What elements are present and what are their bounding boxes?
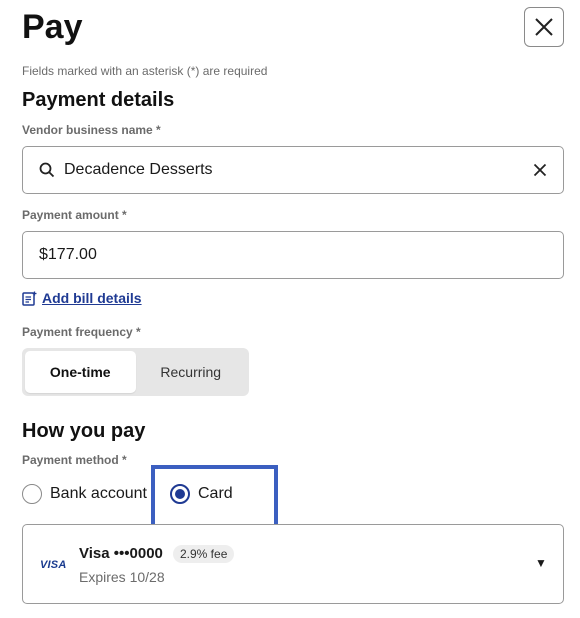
card-select[interactable]: VISA Visa •••0000 2.9% fee Expires 10/28… [22,524,564,604]
amount-field[interactable]: $177.00 [22,231,564,279]
how-you-pay-heading: How you pay [22,420,146,442]
search-icon [39,162,55,178]
radio-bank-account[interactable]: Bank account [22,484,147,504]
visa-logo: VISA [40,559,67,571]
focus-ring [151,465,278,529]
card-name: Visa •••0000 [79,545,163,562]
frequency-toggle[interactable]: One-time Recurring [22,348,249,396]
clear-icon[interactable] [533,163,547,177]
amount-label: Payment amount * [22,208,127,222]
frequency-recurring[interactable]: Recurring [136,351,247,393]
fee-badge: 2.9% fee [173,545,235,563]
vendor-input-value[interactable]: Decadence Desserts [64,161,213,179]
radio-button[interactable] [22,484,42,504]
frequency-one-time[interactable]: One-time [25,351,136,393]
vendor-label: Vendor business name * [22,123,161,137]
required-note: Fields marked with an asterisk (*) are r… [22,64,268,78]
amount-input-value[interactable]: $177.00 [39,246,97,264]
add-bill-details-link[interactable]: Add bill details [22,290,142,306]
payment-details-heading: Payment details [22,89,175,111]
vendor-search-field[interactable]: Decadence Desserts [22,146,564,194]
chevron-down-icon[interactable]: ▼ [535,556,547,570]
frequency-label: Payment frequency * [22,325,141,339]
close-icon [535,18,553,36]
add-bill-icon [22,291,37,306]
payment-method-label: Payment method * [22,453,127,467]
page-title: Pay [22,8,83,46]
card-expiry: Expires 10/28 [79,569,165,585]
radio-label-bank-account: Bank account [50,485,147,502]
add-bill-link-text[interactable]: Add bill details [42,290,142,306]
close-button[interactable] [524,7,564,47]
